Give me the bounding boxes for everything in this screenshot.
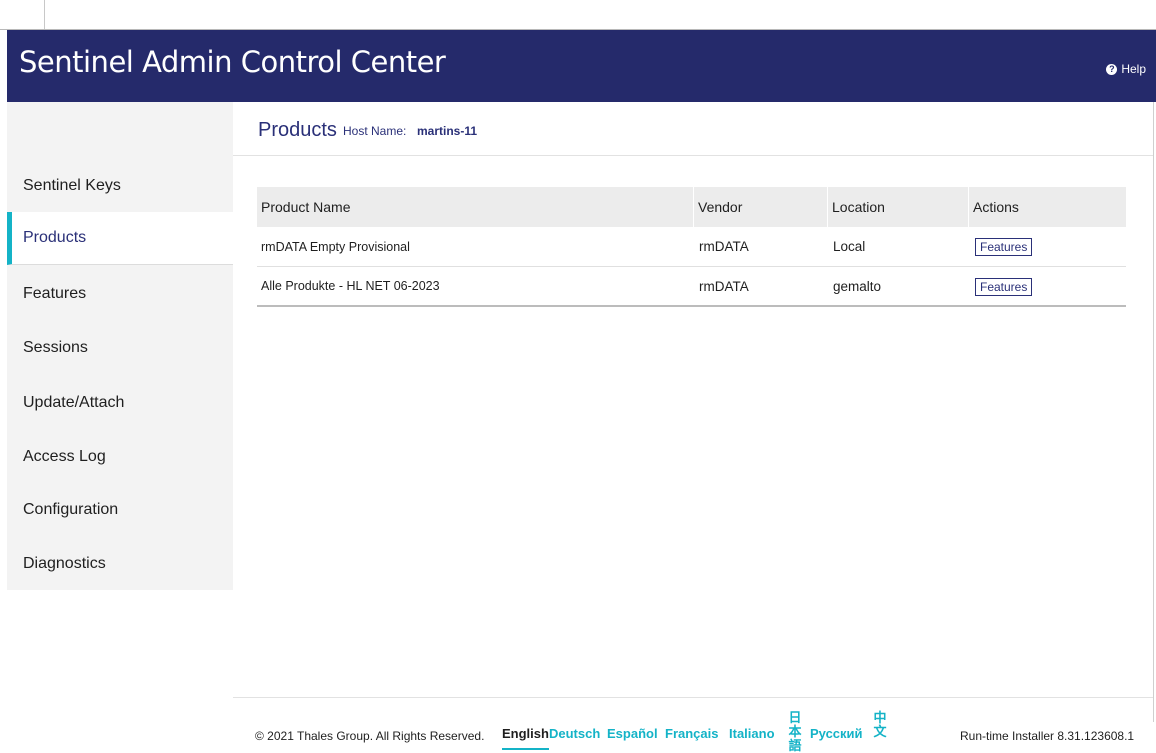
column-header-location[interactable]: Location: [828, 187, 885, 227]
app-brand: Sentinel Admin Control Center: [19, 45, 446, 79]
question-circle-icon: ?: [1106, 63, 1118, 75]
sidebar: Sentinel Keys Products Features Sessions…: [7, 102, 233, 590]
footer: © 2021 Thales Group. All Rights Reserved…: [233, 697, 1153, 753]
host-name-value: martins-11: [417, 124, 478, 138]
sidebar-item-label: Features: [23, 284, 87, 302]
sidebar-item-label: Configuration: [23, 500, 119, 518]
table-header-row: Product Name Vendor Location Actions: [257, 187, 1126, 227]
sidebar-item-label: Sentinel Keys: [23, 177, 121, 194]
app-header: Sentinel Admin Control Center ? Help: [7, 30, 1156, 102]
copyright-text: © 2021 Thales Group. All Rights Reserved…: [255, 729, 485, 743]
language-espanol[interactable]: Español: [607, 726, 658, 741]
vendor-cell: rmDATA: [699, 239, 749, 254]
sidebar-item-diagnostics[interactable]: Diagnostics: [7, 537, 233, 590]
features-button[interactable]: Features: [975, 278, 1033, 296]
language-francais[interactable]: Français: [665, 726, 718, 741]
content-right-border: [1153, 102, 1154, 722]
page-header: Products Host Name: martins-11: [233, 102, 1153, 156]
sidebar-item-update-attach[interactable]: Update/Attach: [7, 376, 233, 429]
page-title: Products: [258, 119, 337, 141]
sidebar-item-products[interactable]: Products: [7, 212, 233, 265]
brand-strong: Admin Control Center: [142, 45, 446, 79]
column-header-vendor[interactable]: Vendor: [694, 187, 742, 227]
language-russian[interactable]: Русский: [810, 726, 863, 741]
column-header-product-name[interactable]: Product Name: [257, 187, 350, 227]
language-japanese[interactable]: 日本語: [788, 711, 802, 753]
sidebar-item-features[interactable]: Features: [7, 267, 233, 320]
sidebar-item-label: Diagnostics: [23, 554, 106, 572]
location-cell: Local: [833, 239, 866, 254]
products-table: Product Name Vendor Location Actions rmD…: [257, 187, 1126, 307]
window-corner-box: [0, 0, 45, 30]
sidebar-item-label: Update/Attach: [23, 393, 125, 411]
sidebar-item-label: Sessions: [23, 338, 88, 356]
language-english[interactable]: English: [502, 726, 549, 750]
sidebar-item-label: Access Log: [23, 447, 106, 465]
help-label: Help: [1121, 62, 1146, 76]
sidebar-item-configuration[interactable]: Configuration: [7, 483, 233, 536]
help-link[interactable]: ? Help: [1106, 62, 1146, 76]
table-row: rmDATA Empty Provisional rmDATA Local Fe…: [257, 227, 1126, 267]
features-button[interactable]: Features: [975, 238, 1033, 256]
sidebar-item-sessions[interactable]: Sessions: [7, 321, 233, 374]
location-cell: gemalto: [833, 278, 882, 294]
product-name-cell: rmDATA Empty Provisional: [261, 239, 410, 254]
vendor-cell: rmDATA: [699, 278, 749, 294]
sidebar-item-sentinel-keys[interactable]: Sentinel Keys: [7, 160, 233, 213]
version-info: Run-time Installer 8.31.123608.1: [960, 729, 1135, 743]
column-header-actions: Actions: [973, 199, 1019, 215]
brand-light: Sentinel: [19, 45, 134, 79]
host-name-label: Host Name:: [343, 124, 407, 138]
language-deutsch[interactable]: Deutsch: [549, 726, 600, 741]
sidebar-item-label: Products: [23, 229, 87, 246]
table-row: Alle Produkte - HL NET 06-2023 rmDATA ge…: [257, 267, 1126, 307]
product-name-cell: Alle Produkte - HL NET 06-2023: [261, 279, 440, 293]
language-italiano[interactable]: Italiano: [729, 726, 775, 741]
language-chinese[interactable]: 中文: [873, 711, 887, 739]
sidebar-item-access-log[interactable]: Access Log: [7, 430, 233, 483]
